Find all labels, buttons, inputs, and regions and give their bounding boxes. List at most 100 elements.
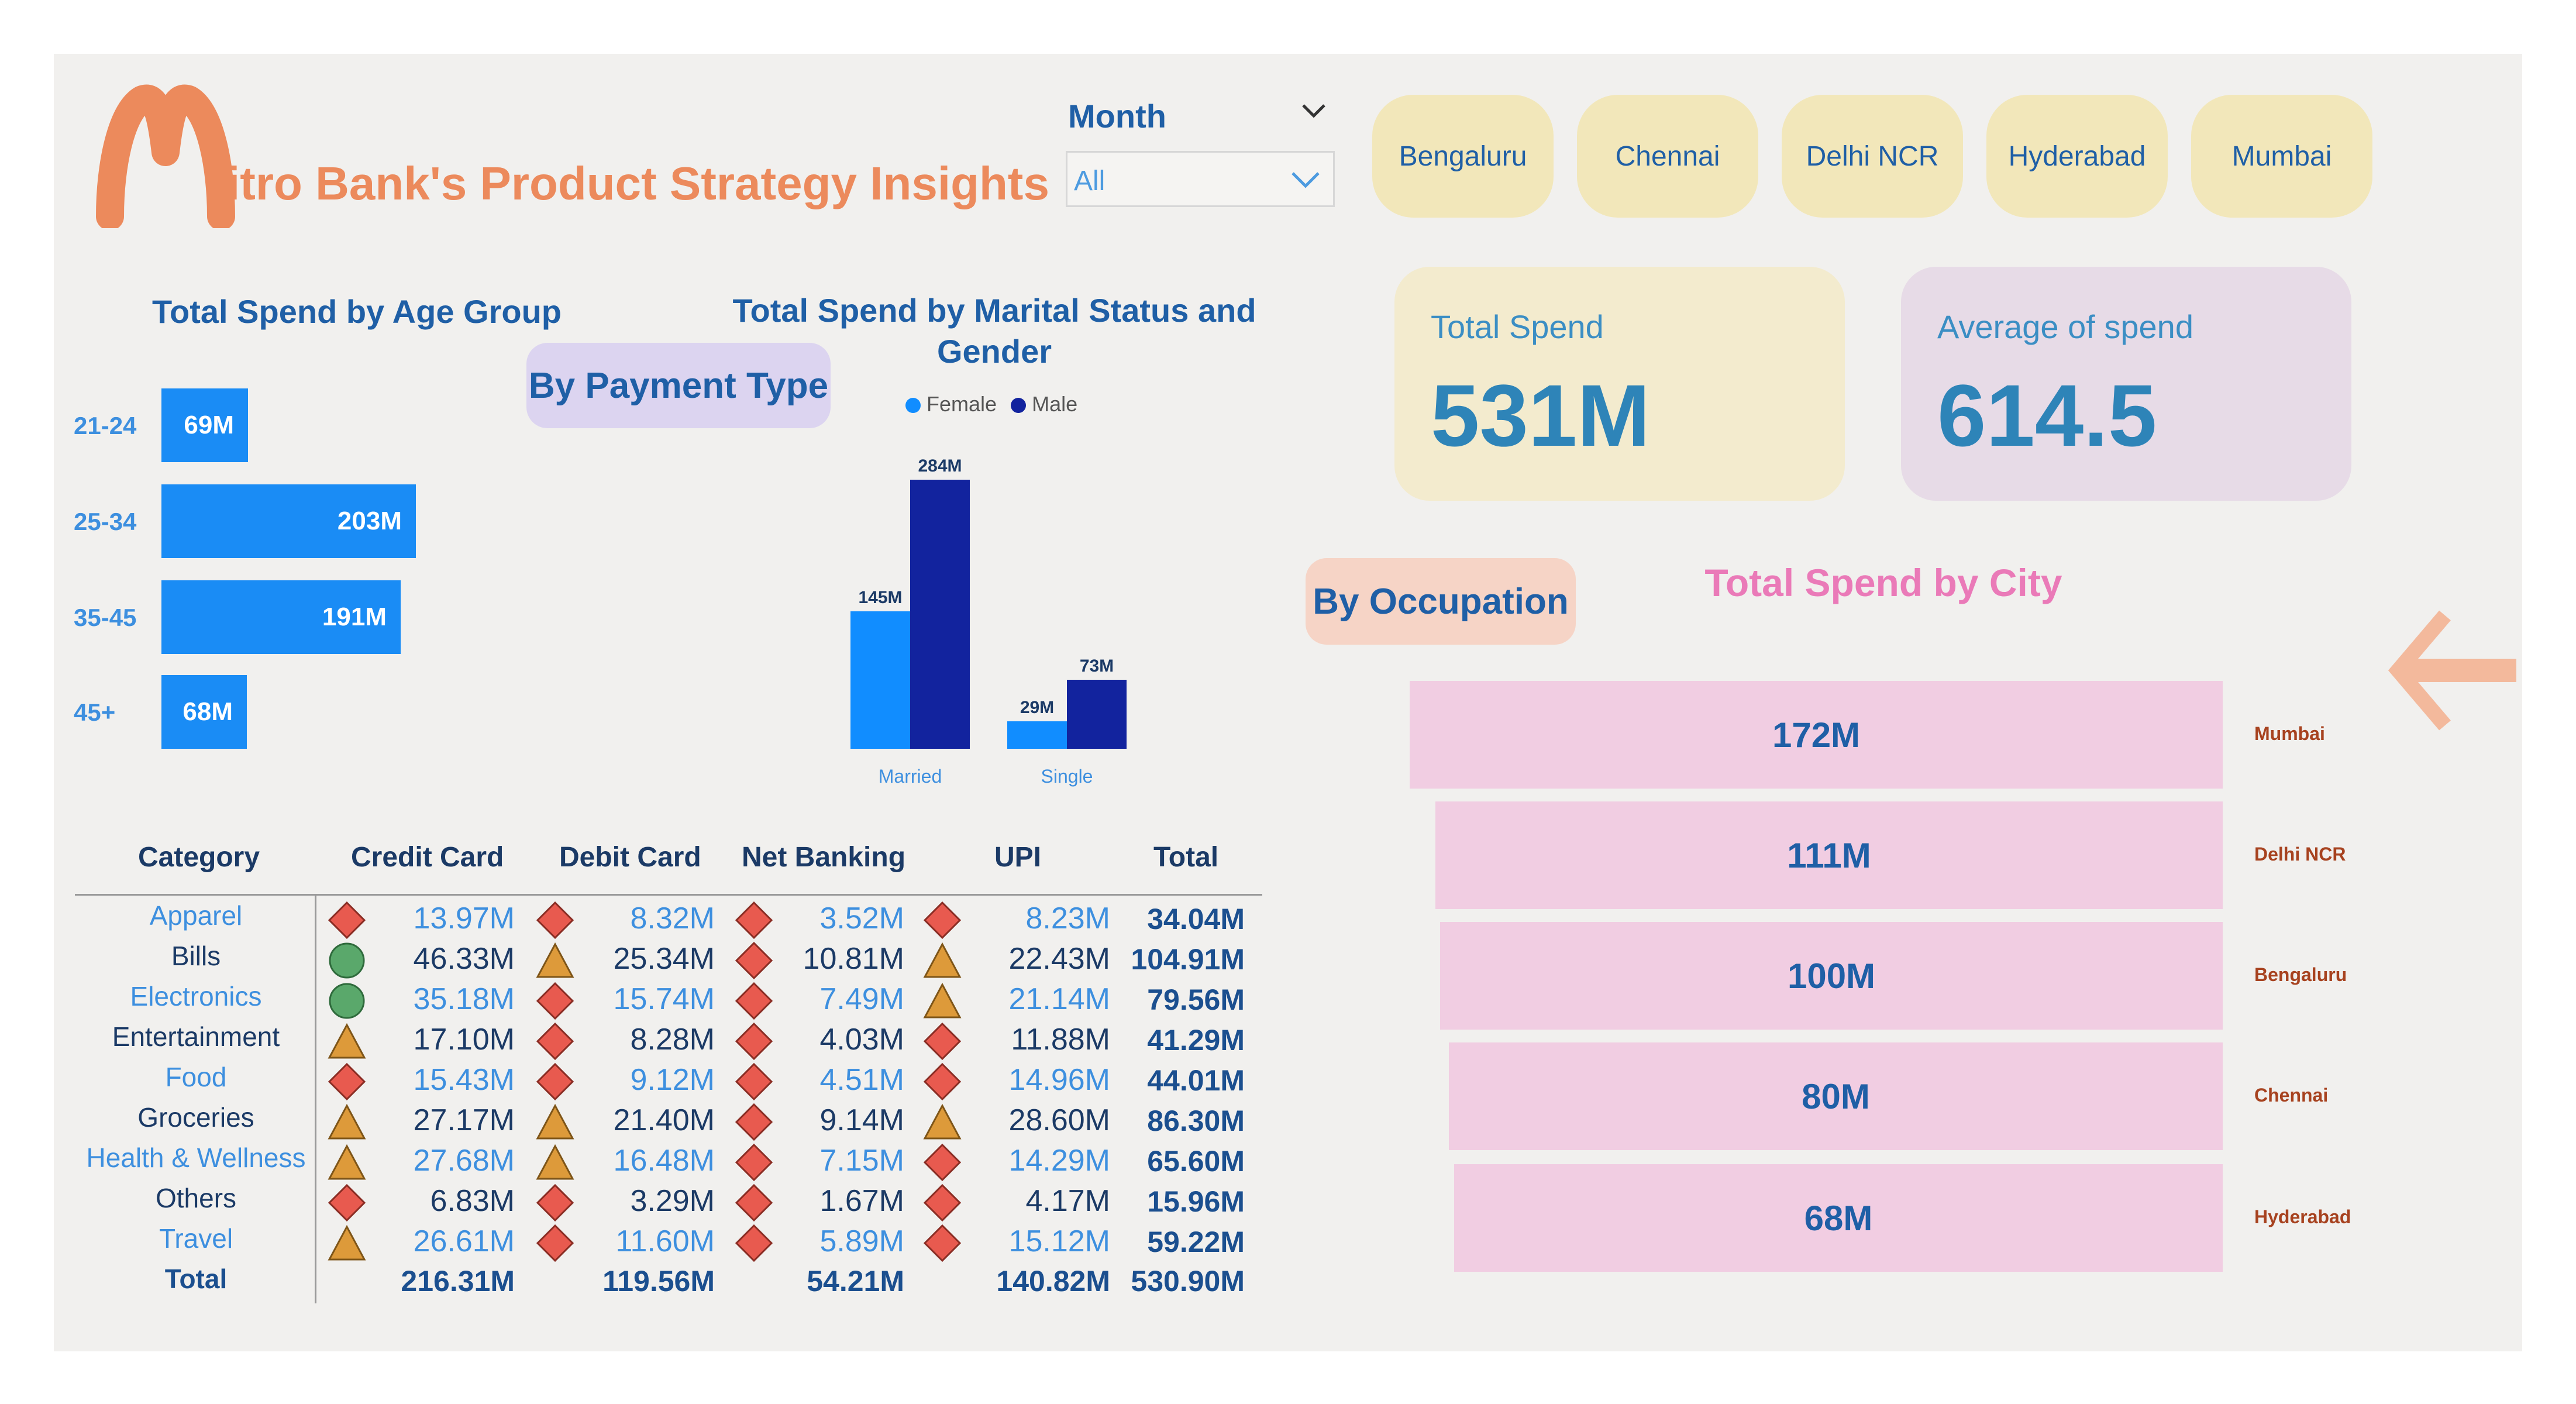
city-bar-value-label: 172M bbox=[1772, 715, 1861, 755]
triangle-icon bbox=[328, 1103, 366, 1140]
circle-shape bbox=[329, 983, 365, 1019]
city-bar: 111M bbox=[1435, 801, 2223, 909]
triangle-shape bbox=[923, 942, 962, 978]
table-cell: 5.89M bbox=[819, 1224, 904, 1258]
bar-value-label: 145M bbox=[858, 588, 902, 607]
circle-shape bbox=[329, 942, 365, 979]
table-column-header: UPI bbox=[994, 842, 1042, 873]
collapse-chevron-icon[interactable] bbox=[1300, 99, 1328, 123]
age-bar-value-label: 191M bbox=[322, 603, 387, 631]
table-cell: 1.67M bbox=[819, 1184, 904, 1218]
table-cell: 3.29M bbox=[630, 1184, 715, 1218]
city-name-label: Chennai bbox=[2254, 1085, 2329, 1106]
row-total: 34.04M bbox=[1147, 903, 1245, 935]
total-spend-card: Total Spend 531M bbox=[1394, 267, 1845, 501]
city-filter-button-chennai[interactable]: Chennai bbox=[1577, 95, 1758, 218]
table-cell: 8.28M bbox=[630, 1023, 715, 1057]
column-total: 216.31M bbox=[401, 1265, 515, 1298]
triangle-shape bbox=[923, 982, 962, 1018]
triangle-icon bbox=[328, 1224, 366, 1261]
circle-icon bbox=[329, 942, 365, 979]
category-label: Electronics bbox=[130, 981, 262, 1011]
diamond-shape bbox=[536, 1022, 574, 1061]
triangle-shape bbox=[536, 1144, 574, 1180]
kpi-label: Average of spend bbox=[1937, 308, 2193, 345]
city-bar: 100M bbox=[1440, 922, 2223, 1030]
table-cell: 21.14M bbox=[1008, 982, 1110, 1016]
diamond-icon bbox=[735, 1143, 773, 1182]
table-header-divider bbox=[75, 894, 1262, 896]
legend-dot-female bbox=[905, 398, 921, 414]
row-total: 86.30M bbox=[1147, 1104, 1245, 1137]
city-filter-button-delhi-ncr[interactable]: Delhi NCR bbox=[1782, 95, 1963, 218]
circle-icon bbox=[329, 983, 365, 1019]
row-total: 15.96M bbox=[1147, 1185, 1245, 1218]
chevron-down-icon[interactable] bbox=[1290, 170, 1321, 190]
diamond-shape bbox=[735, 1183, 773, 1222]
age-group-label: 35-45 bbox=[74, 604, 137, 631]
age-group-label: 25-34 bbox=[74, 508, 137, 535]
diamond-icon bbox=[536, 1183, 574, 1222]
back-arrow-icon[interactable] bbox=[2386, 608, 2518, 732]
table-column-header: Credit Card bbox=[351, 842, 504, 873]
table-cell: 9.12M bbox=[630, 1063, 715, 1097]
diamond-shape bbox=[735, 1062, 773, 1101]
diamond-icon bbox=[328, 1062, 366, 1101]
diamond-icon bbox=[735, 1062, 773, 1101]
category-label: Married bbox=[879, 766, 942, 787]
by-occupation-button[interactable]: By Occupation bbox=[1306, 558, 1576, 645]
city-filter-button-bengaluru[interactable]: Bengaluru bbox=[1372, 95, 1554, 218]
table-cell: 4.51M bbox=[819, 1063, 904, 1097]
diamond-shape bbox=[735, 901, 773, 940]
triangle-icon bbox=[923, 1103, 962, 1140]
table-cell: 7.15M bbox=[819, 1144, 904, 1178]
table-cell: 3.52M bbox=[819, 901, 904, 935]
marital-chart-title-line2: Gender bbox=[936, 333, 1052, 370]
bar-married-male bbox=[910, 480, 970, 749]
table-cell: 27.68M bbox=[413, 1144, 515, 1178]
triangle-shape bbox=[923, 1103, 962, 1140]
category-label: Groceries bbox=[137, 1102, 254, 1133]
city-filter-button-mumbai[interactable]: Mumbai bbox=[2191, 95, 2372, 218]
table-cell: 6.83M bbox=[430, 1184, 515, 1218]
bar-value-label: 73M bbox=[1080, 656, 1114, 676]
diamond-icon bbox=[735, 982, 773, 1020]
table-cell: 35.18M bbox=[413, 982, 515, 1016]
diamond-icon bbox=[923, 1143, 962, 1182]
kpi-value: 614.5 bbox=[1937, 366, 2157, 464]
triangle-shape bbox=[328, 1144, 366, 1180]
marital-chart-title: Total Spend by Marital Status and Gender bbox=[725, 290, 1263, 372]
row-total: 59.22M bbox=[1147, 1226, 1245, 1258]
table-cell: 27.17M bbox=[413, 1103, 515, 1137]
diamond-icon bbox=[536, 982, 574, 1020]
table-column-header: Category bbox=[138, 842, 260, 873]
row-total: 104.91M bbox=[1131, 943, 1245, 976]
diamond-shape bbox=[328, 1062, 366, 1101]
table-cell: 16.48M bbox=[613, 1144, 715, 1178]
city-filter-button-hyderabad[interactable]: Hyderabad bbox=[1986, 95, 2168, 218]
category-label: Bills bbox=[171, 941, 221, 971]
table-column-header: Debit Card bbox=[559, 842, 701, 873]
triangle-icon bbox=[923, 942, 962, 978]
category-label: Entertainment bbox=[112, 1021, 280, 1052]
table-cell: 4.03M bbox=[819, 1023, 904, 1057]
table-cell: 4.17M bbox=[1025, 1184, 1110, 1218]
diamond-shape bbox=[536, 982, 574, 1020]
triangle-shape bbox=[536, 942, 574, 978]
row-total: 41.29M bbox=[1147, 1024, 1245, 1057]
age-group-label: 45+ bbox=[74, 698, 116, 726]
triangle-icon bbox=[328, 1023, 366, 1059]
average-spend-card: Average of spend 614.5 bbox=[1901, 267, 2351, 501]
city-chart-title: Total Spend by City bbox=[1704, 561, 2062, 604]
diamond-icon bbox=[536, 1022, 574, 1061]
legend-label-male: Male bbox=[1032, 392, 1078, 416]
marital-chart: 145M 284M Married 29M 73M Single bbox=[850, 456, 1127, 787]
row-total: 79.56M bbox=[1147, 983, 1245, 1016]
city-bar-value-label: 100M bbox=[1787, 956, 1876, 996]
triangle-icon bbox=[536, 942, 574, 978]
kpi-value: 531M bbox=[1431, 366, 1651, 464]
table-cell: 8.32M bbox=[630, 901, 715, 935]
row-total: 44.01M bbox=[1147, 1064, 1245, 1097]
age-group-label: 21-24 bbox=[74, 412, 137, 439]
bar-value-label: 284M bbox=[918, 456, 962, 476]
